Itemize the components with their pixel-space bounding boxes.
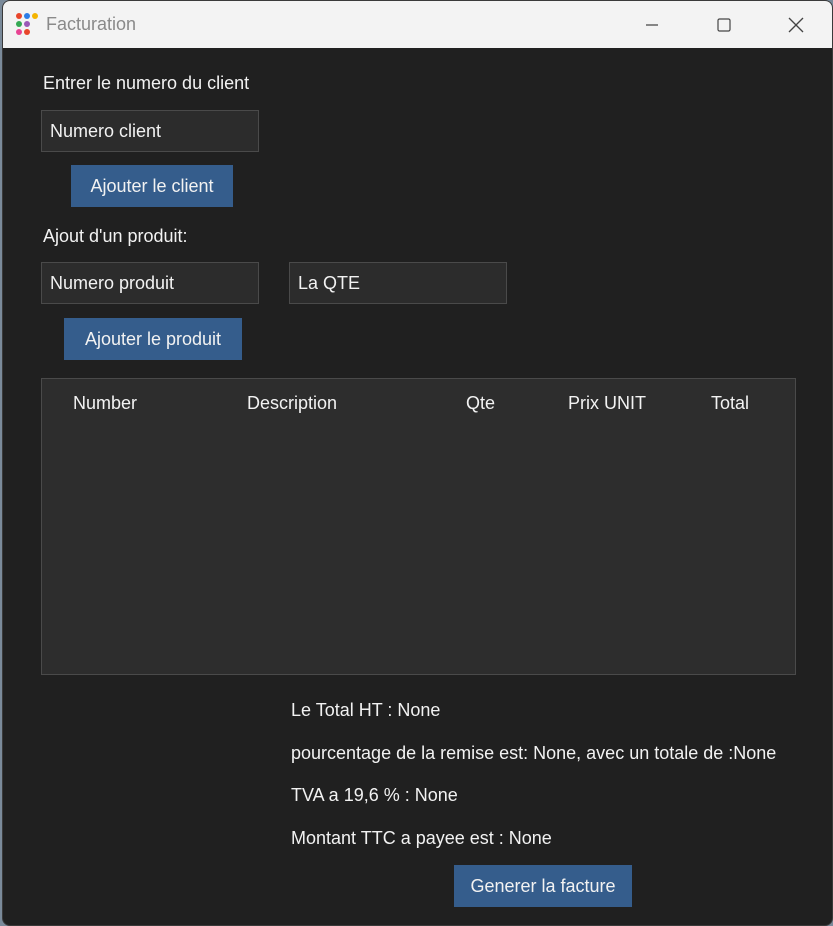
minimize-button[interactable]: [616, 1, 688, 48]
product-qty-input[interactable]: La QTE: [289, 262, 507, 304]
product-number-input[interactable]: Numero produit: [41, 262, 259, 304]
generate-invoice-button[interactable]: Generer la facture: [454, 865, 632, 907]
remise-text: pourcentage de la remise est: None, avec…: [291, 743, 777, 763]
title-bar[interactable]: Facturation: [3, 1, 832, 48]
add-client-button[interactable]: Ajouter le client: [71, 165, 233, 207]
column-header-qte[interactable]: Qte: [466, 393, 495, 414]
product-prompt-label: Ajout d'un produit:: [43, 226, 188, 246]
client-prompt-label: Entrer le numero du client: [43, 73, 250, 93]
column-header-number[interactable]: Number: [73, 393, 137, 414]
ttc-text: Montant TTC a payee est : None: [291, 828, 552, 848]
client-number-input[interactable]: Numero client: [41, 110, 259, 152]
maximize-button[interactable]: [688, 1, 760, 48]
app-window: Facturation Entrer le numero du client N…: [2, 0, 833, 926]
close-icon: [788, 17, 804, 32]
column-header-description[interactable]: Description: [247, 393, 337, 414]
add-product-button[interactable]: Ajouter le produit: [64, 318, 242, 360]
column-header-prix-unit[interactable]: Prix UNIT: [568, 393, 646, 414]
tva-text: TVA a 19,6 % : None: [291, 785, 458, 805]
maximize-icon: [717, 17, 731, 32]
column-header-total[interactable]: Total: [711, 393, 749, 414]
invoice-table[interactable]: Number Description Qte Prix UNIT Total: [41, 378, 796, 675]
app-icon: [16, 13, 38, 35]
window-title: Facturation: [46, 14, 137, 34]
total-ht-text: Le Total HT : None: [291, 700, 441, 720]
minimize-icon: [646, 23, 658, 26]
close-button[interactable]: [760, 1, 832, 48]
